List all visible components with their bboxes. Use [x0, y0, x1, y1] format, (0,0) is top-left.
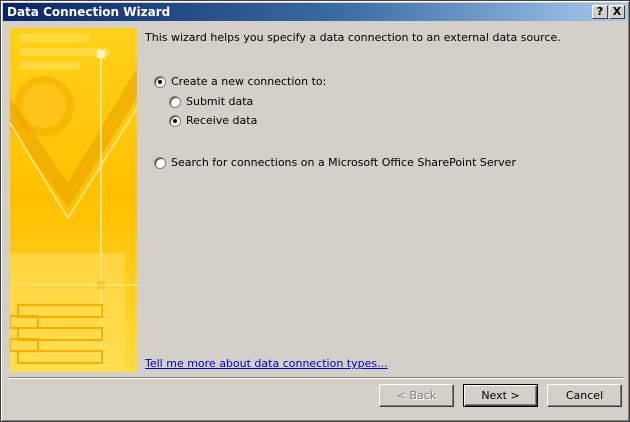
close-button[interactable]: X [609, 5, 625, 19]
radio-button-icon[interactable] [154, 75, 166, 88]
next-button[interactable]: Next > [463, 384, 538, 407]
radio-button-icon[interactable] [154, 156, 166, 169]
radio-label: Receive data [186, 114, 258, 127]
cancel-button[interactable]: Cancel [547, 384, 622, 407]
wizard-intro-text: This wizard helps you specify a data con… [145, 31, 561, 44]
radio-label: Search for connections on a Microsoft Of… [171, 156, 516, 169]
radio-create-new-connection[interactable]: Create a new connection to: [154, 75, 326, 88]
radio-label: Create a new connection to: [171, 75, 327, 88]
button-separator [9, 377, 623, 379]
back-button[interactable]: < Back [379, 384, 454, 407]
radio-receive-data[interactable]: Receive data [169, 114, 257, 127]
radio-label: Submit data [186, 95, 254, 108]
wizard-window: Data Connection Wizard ? X This wizard h… [0, 0, 630, 422]
radio-submit-data[interactable]: Submit data [169, 95, 253, 108]
help-button[interactable]: ? [592, 5, 608, 19]
radio-button-icon[interactable] [169, 114, 181, 127]
radio-button-icon[interactable] [169, 95, 181, 108]
wizard-banner-graphic [10, 28, 137, 372]
radio-search-sharepoint[interactable]: Search for connections on a Microsoft Of… [154, 156, 516, 169]
help-link-connection-types[interactable]: Tell me more about data connection types… [145, 357, 388, 370]
title-bar[interactable]: Data Connection Wizard ? X [3, 3, 627, 21]
wizard-banner-image [10, 28, 137, 372]
window-title: Data Connection Wizard [7, 5, 171, 19]
